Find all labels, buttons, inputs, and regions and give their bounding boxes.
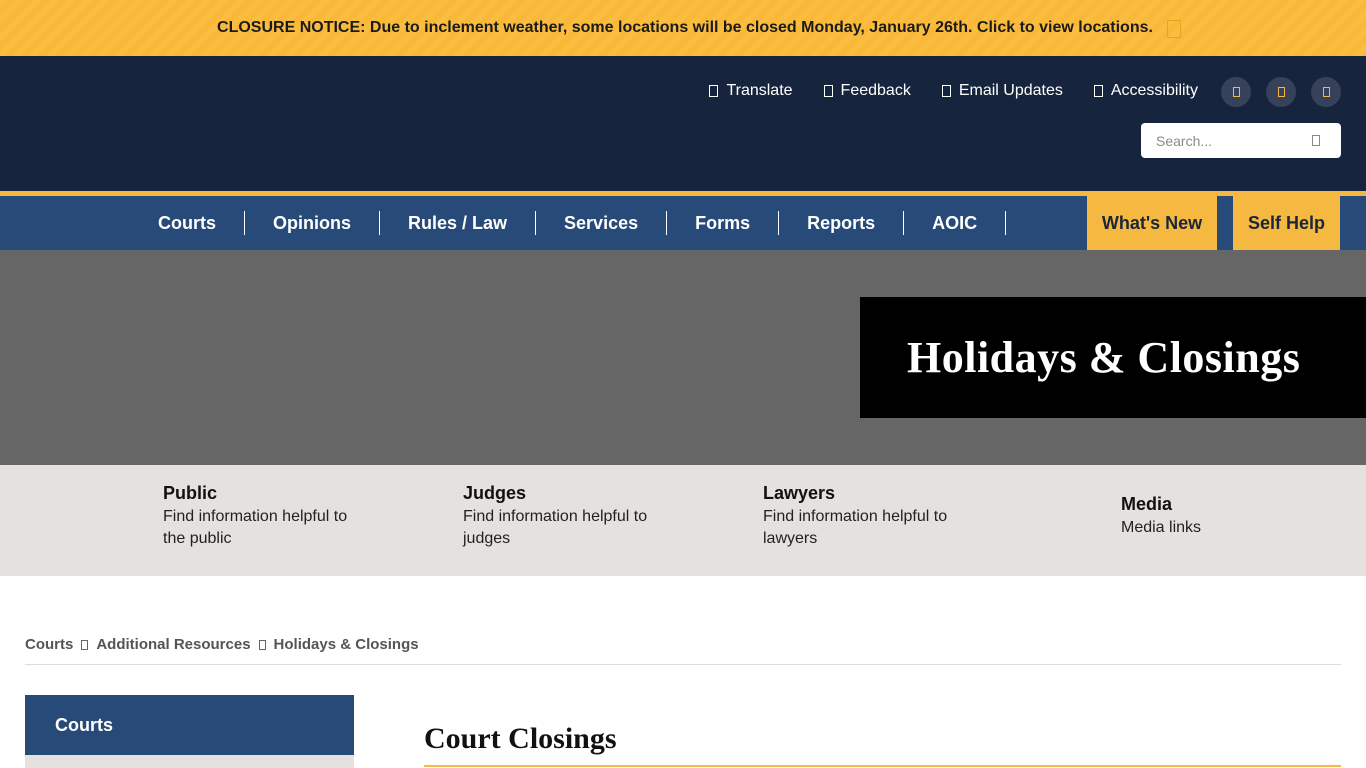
audience-title: Media (1121, 494, 1173, 514)
utility-links: Translate Feedback Email Updates Accessi… (709, 82, 1198, 100)
nav-item-reports[interactable]: Reports (779, 211, 905, 235)
breadcrumb-additional-resources[interactable]: Additional Resources (96, 636, 250, 653)
search-box (1141, 123, 1341, 158)
accessibility-icon (1093, 85, 1103, 97)
nav-item-rules-law[interactable]: Rules / Law (380, 211, 537, 235)
section-heading: Court Closings (424, 722, 617, 755)
globe-icon (709, 85, 719, 97)
twitter-button[interactable] (1266, 77, 1296, 107)
nav-item-forms[interactable]: Forms (667, 211, 780, 235)
social-links (1221, 77, 1341, 107)
audience-desc: Find information helpful to judges (463, 508, 648, 547)
audience-desc: Find information helpful to the public (163, 508, 348, 547)
translate-link[interactable]: Translate (709, 82, 793, 100)
email-updates-link[interactable]: Email Updates (941, 82, 1063, 100)
audience-media[interactable]: Media Media links (1121, 494, 1321, 539)
audience-title: Public (163, 483, 218, 503)
audience-desc: Media links (1121, 519, 1202, 536)
whats-new-button[interactable]: What's New (1087, 196, 1217, 250)
audience-links: Public Find information helpful to the p… (0, 465, 1366, 576)
feedback-label: Feedback (840, 82, 911, 99)
youtube-button[interactable] (1311, 77, 1341, 107)
email-updates-label: Email Updates (958, 82, 1063, 99)
breadcrumb-current: Holidays & Closings (273, 636, 419, 653)
sidebar-heading-courts[interactable]: Courts (25, 695, 354, 755)
audience-lawyers[interactable]: Lawyers Find information helpful to lawy… (763, 483, 963, 550)
sidebar-item[interactable] (25, 755, 354, 768)
closure-notice-banner[interactable]: CLOSURE NOTICE: Due to inclement weather… (0, 0, 1366, 56)
nav-item-services[interactable]: Services (536, 211, 668, 235)
audience-public[interactable]: Public Find information helpful to the p… (163, 483, 363, 550)
search-input[interactable] (1141, 132, 1306, 149)
main-nav: Courts Opinions Rules / Law Services For… (0, 196, 1366, 250)
nav-item-courts[interactable]: Courts (130, 211, 245, 235)
close-icon[interactable] (1166, 20, 1181, 38)
breadcrumb-courts[interactable]: Courts (25, 636, 73, 653)
breadcrumb: Courts Additional Resources Holidays & C… (25, 636, 419, 653)
self-help-button[interactable]: Self Help (1233, 196, 1340, 250)
hero-banner: Holidays & Closings (0, 250, 1366, 465)
chevron-right-icon (81, 639, 89, 650)
audience-title: Lawyers (763, 483, 836, 503)
hero-title-box: Holidays & Closings (860, 297, 1366, 418)
accessibility-link[interactable]: Accessibility (1093, 82, 1198, 100)
youtube-icon (1322, 87, 1330, 97)
translate-label: Translate (726, 82, 793, 99)
audience-judges[interactable]: Judges Find information helpful to judge… (463, 483, 663, 550)
page-title: Holidays & Closings (907, 333, 1301, 382)
audience-title: Judges (463, 483, 527, 503)
closure-notice-text[interactable]: CLOSURE NOTICE: Due to inclement weather… (217, 19, 1153, 37)
facebook-icon (1232, 87, 1240, 97)
nav-item-opinions[interactable]: Opinions (245, 211, 380, 235)
feedback-link[interactable]: Feedback (823, 82, 911, 100)
accessibility-label: Accessibility (1110, 82, 1198, 99)
main-nav-list: Courts Opinions Rules / Law Services For… (130, 196, 1007, 250)
audience-desc: Find information helpful to lawyers (763, 508, 948, 547)
search-icon[interactable] (1312, 135, 1320, 146)
chevron-right-icon (258, 639, 266, 650)
section-heading-underline (424, 765, 1341, 767)
site-header: Translate Feedback Email Updates Accessi… (0, 56, 1366, 191)
facebook-button[interactable] (1221, 77, 1251, 107)
twitter-icon (1277, 87, 1285, 97)
comment-icon (823, 85, 833, 97)
breadcrumb-divider (25, 664, 1341, 665)
nav-item-aoic[interactable]: AOIC (904, 211, 1007, 235)
envelope-icon (941, 85, 951, 97)
